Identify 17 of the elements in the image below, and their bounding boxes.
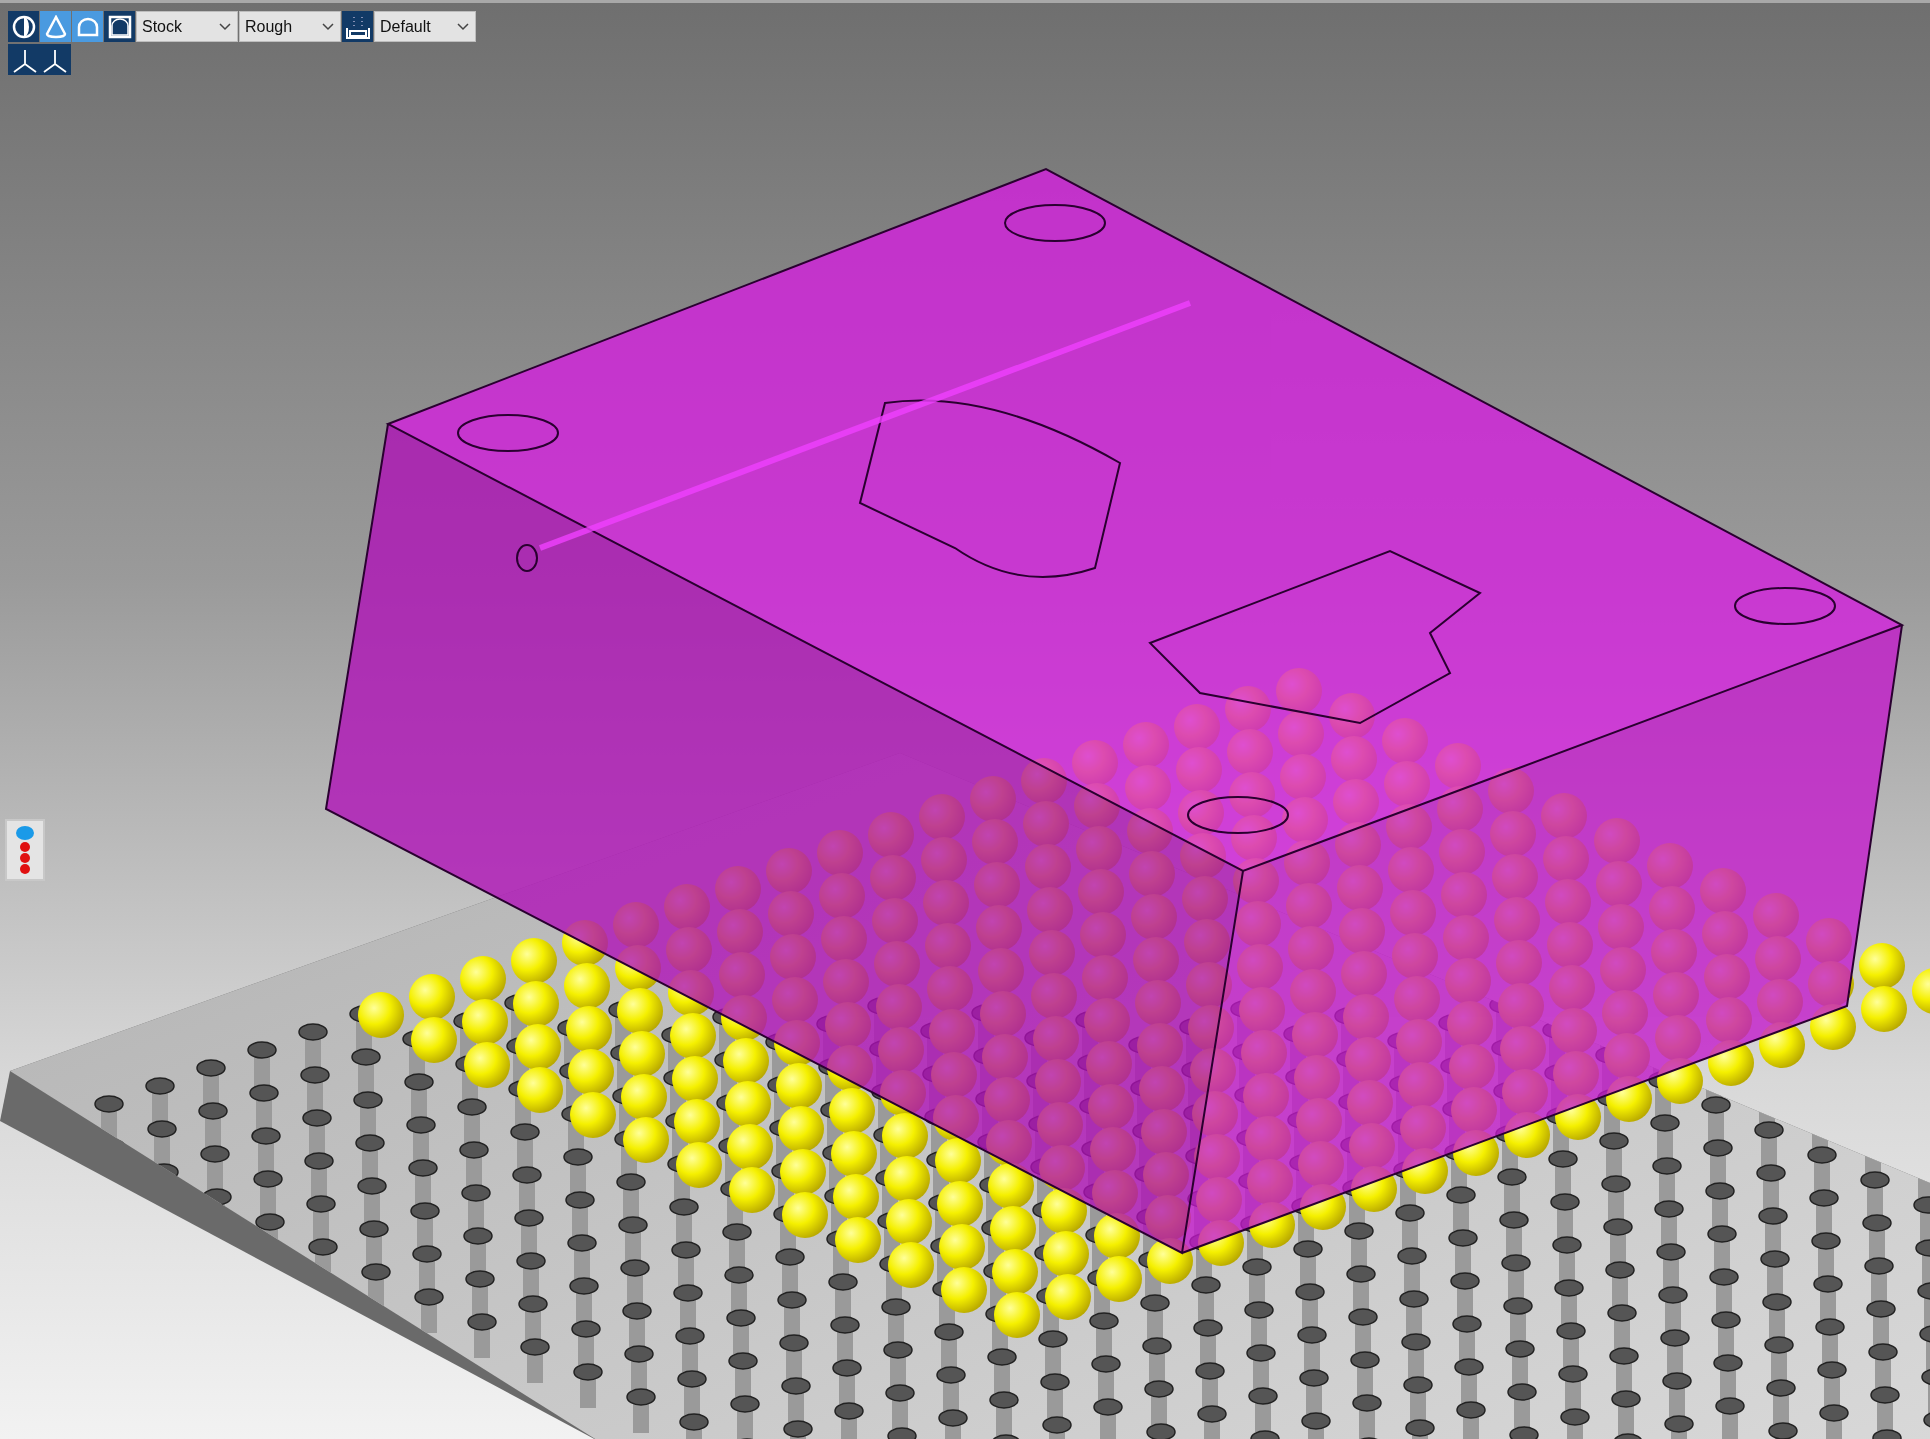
- rounded-box-icon: [107, 14, 132, 39]
- ball-stack-button[interactable]: [5, 819, 45, 881]
- dropdown[interactable]: Default: [374, 11, 476, 42]
- ball-stack-icon: [14, 824, 36, 876]
- view-toggle-button[interactable]: [8, 11, 39, 42]
- cone-icon: [43, 14, 68, 39]
- view-toggle-button[interactable]: [342, 11, 373, 42]
- axes-button[interactable]: [8, 44, 71, 75]
- chevron-icon: [457, 22, 469, 31]
- view-toggle-button[interactable]: [104, 11, 135, 42]
- chevron-icon: [322, 22, 334, 31]
- sphere-icon: [11, 14, 36, 39]
- view-toggle-button[interactable]: [72, 11, 103, 42]
- view-toggle-button[interactable]: [40, 11, 71, 42]
- chevron-icon: [219, 22, 231, 31]
- dropdown[interactable]: Rough: [239, 11, 341, 42]
- dropdown[interactable]: Stock: [136, 11, 238, 42]
